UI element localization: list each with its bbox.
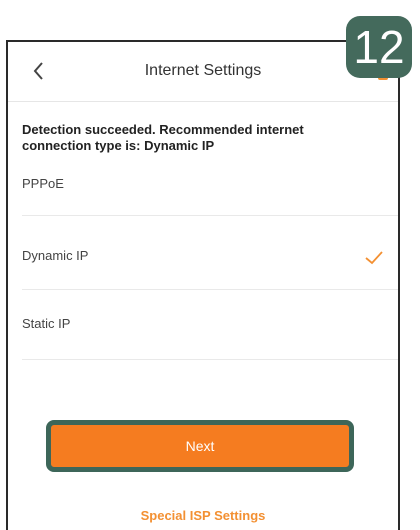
check-icon <box>365 251 383 265</box>
app-header: Internet Settings <box>8 42 398 102</box>
option-pppoe[interactable]: PPPoE <box>8 164 398 216</box>
option-label: Static IP <box>22 316 71 331</box>
page-title: Internet Settings <box>144 62 262 79</box>
divider <box>22 359 398 360</box>
option-label: PPPoE <box>22 176 64 191</box>
phone-screen: Internet Settings Detection succeeded. R… <box>6 40 400 530</box>
option-dynamic-ip[interactable]: Dynamic IP <box>8 226 398 290</box>
option-static-ip[interactable]: Static IP <box>8 300 398 360</box>
divider <box>22 215 398 216</box>
screenshot-stage: Internet Settings Detection succeeded. R… <box>0 0 420 530</box>
divider <box>8 101 398 102</box>
option-label: Dynamic IP <box>22 248 89 263</box>
next-button[interactable]: Next <box>46 420 354 472</box>
special-isp-settings-link[interactable]: Special ISP Settings <box>8 508 398 523</box>
divider <box>22 289 398 290</box>
detection-message: Detection succeeded. Recommended interne… <box>22 122 304 153</box>
step-badge: 12 <box>346 16 412 78</box>
